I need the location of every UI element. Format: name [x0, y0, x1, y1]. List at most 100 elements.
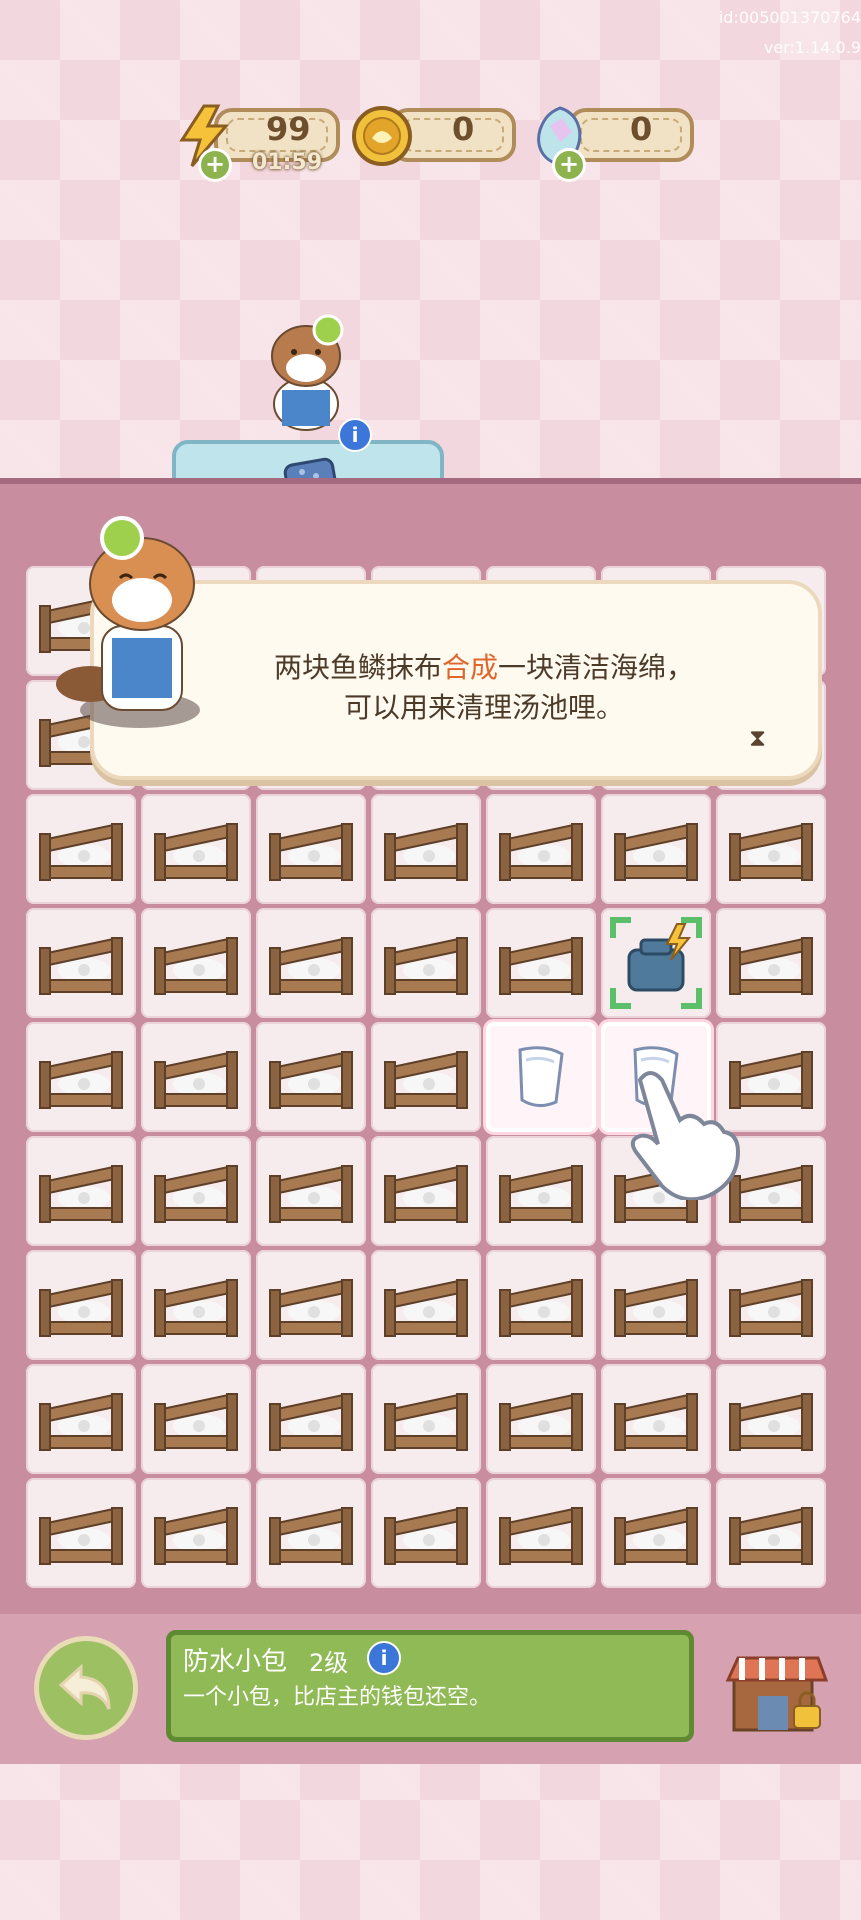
- locked-crate-icon: [384, 1165, 468, 1223]
- locked-crate-icon: [154, 1507, 238, 1565]
- dialog-text-part2: 一块清洁海绵，: [498, 651, 695, 684]
- locked-crate-icon: [39, 823, 123, 881]
- board-cell[interactable]: [256, 1022, 366, 1132]
- undo-button[interactable]: [34, 1636, 138, 1740]
- dialog-text: 两块鱼鳞抹布合成一块清洁海绵， 可以用来清理汤池哩。: [244, 648, 724, 728]
- board-cell[interactable]: [26, 908, 136, 1018]
- locked-shop-button[interactable]: [722, 1640, 832, 1740]
- board-cell[interactable]: [371, 1364, 481, 1474]
- locked-crate-icon: [269, 937, 353, 995]
- customer-otter[interactable]: [258, 312, 354, 432]
- board-cell[interactable]: [256, 1136, 366, 1246]
- order-info-icon[interactable]: i: [338, 418, 372, 452]
- locked-crate-icon: [154, 1279, 238, 1337]
- board-cell[interactable]: [256, 1364, 366, 1474]
- next-arrow-icon[interactable]: ⧗: [749, 724, 766, 752]
- board-cell[interactable]: [141, 1478, 251, 1588]
- locked-crate-icon: [729, 1279, 813, 1337]
- locked-crate-icon: [154, 1165, 238, 1223]
- board-cell[interactable]: [601, 794, 711, 904]
- locked-crate-icon: [499, 937, 583, 995]
- locked-crate-icon: [269, 1507, 353, 1565]
- locked-crate-icon: [499, 823, 583, 881]
- lock-icon: [793, 1705, 821, 1729]
- board-cell[interactable]: [26, 1136, 136, 1246]
- energy-value: 99: [266, 110, 311, 148]
- coin-icon: [352, 106, 412, 166]
- board-cell[interactable]: [486, 1022, 596, 1132]
- version-label: ver:1.14.0.9: [763, 38, 861, 57]
- board-cell[interactable]: [141, 794, 251, 904]
- dialog-text-highlight: 合成: [441, 651, 498, 684]
- board-cell[interactable]: [486, 794, 596, 904]
- locked-crate-icon: [269, 1393, 353, 1451]
- locked-crate-icon: [384, 1393, 468, 1451]
- locked-crate-icon: [39, 1165, 123, 1223]
- board-cell[interactable]: [716, 908, 826, 1018]
- board-cell[interactable]: [486, 1364, 596, 1474]
- board-cell[interactable]: [716, 1250, 826, 1360]
- fish-scale-cloth-icon: [518, 1046, 564, 1107]
- item-info-icon[interactable]: i: [367, 1641, 401, 1675]
- board-cell[interactable]: [26, 794, 136, 904]
- board-cell[interactable]: [26, 1022, 136, 1132]
- board-cell[interactable]: [486, 1136, 596, 1246]
- board-cell[interactable]: [371, 1250, 481, 1360]
- board-cell[interactable]: [141, 1250, 251, 1360]
- locked-crate-icon: [154, 1393, 238, 1451]
- board-cell[interactable]: [141, 908, 251, 1018]
- board-cell[interactable]: [371, 1478, 481, 1588]
- board-cell[interactable]: [371, 794, 481, 904]
- locked-crate-icon: [614, 1279, 698, 1337]
- board-cell[interactable]: [601, 908, 711, 1018]
- locked-crate-icon: [39, 1279, 123, 1337]
- board-cell[interactable]: [716, 1478, 826, 1588]
- board-cell[interactable]: [371, 908, 481, 1018]
- item-info-panel: 防水小包 2级 i 一个小包，比店主的钱包还空。: [166, 1630, 694, 1742]
- board-cell[interactable]: [716, 794, 826, 904]
- locked-crate-icon: [154, 1051, 238, 1109]
- board-cell[interactable]: [141, 1022, 251, 1132]
- add-energy-button[interactable]: +: [198, 148, 232, 182]
- board-cell[interactable]: [256, 794, 366, 904]
- energy-timer: 01:59: [252, 150, 323, 175]
- board-cell[interactable]: [601, 1364, 711, 1474]
- waterproof-bag-icon: [610, 917, 702, 1009]
- locked-crate-icon: [384, 937, 468, 995]
- gem-value: 0: [630, 110, 653, 148]
- board-cell[interactable]: [141, 1136, 251, 1246]
- board-cell[interactable]: [26, 1478, 136, 1588]
- board-cell[interactable]: [371, 1022, 481, 1132]
- locked-crate-icon: [269, 1165, 353, 1223]
- board-cell[interactable]: [486, 1250, 596, 1360]
- locked-crate-icon: [499, 1393, 583, 1451]
- locked-crate-icon: [384, 823, 468, 881]
- locked-crate-icon: [39, 1507, 123, 1565]
- locked-crate-icon: [729, 937, 813, 995]
- board-cell[interactable]: [256, 1250, 366, 1360]
- board-cell[interactable]: [601, 1478, 711, 1588]
- undo-arrow-icon: [58, 1663, 111, 1710]
- locked-crate-icon: [614, 1507, 698, 1565]
- board-cell[interactable]: [371, 1136, 481, 1246]
- locked-crate-icon: [269, 1279, 353, 1337]
- locked-crate-icon: [384, 1507, 468, 1565]
- board-cell[interactable]: [256, 1478, 366, 1588]
- gem-bar[interactable]: 0 +: [528, 104, 698, 182]
- board-cell[interactable]: [716, 1364, 826, 1474]
- board-cell[interactable]: [486, 908, 596, 1018]
- board-cell[interactable]: [141, 1364, 251, 1474]
- board-cell[interactable]: [256, 908, 366, 1018]
- board-cell[interactable]: [486, 1478, 596, 1588]
- coin-bar: 0: [350, 104, 520, 166]
- locked-crate-icon: [729, 1507, 813, 1565]
- locked-crate-icon: [384, 1279, 468, 1337]
- locked-crate-icon: [499, 1507, 583, 1565]
- add-gem-button[interactable]: +: [552, 148, 586, 182]
- board-cell[interactable]: [26, 1250, 136, 1360]
- locked-crate-icon: [499, 1165, 583, 1223]
- board-cell[interactable]: [601, 1250, 711, 1360]
- board-cell[interactable]: [26, 1364, 136, 1474]
- item-level: 2级: [309, 1649, 349, 1677]
- locked-crate-icon: [269, 1051, 353, 1109]
